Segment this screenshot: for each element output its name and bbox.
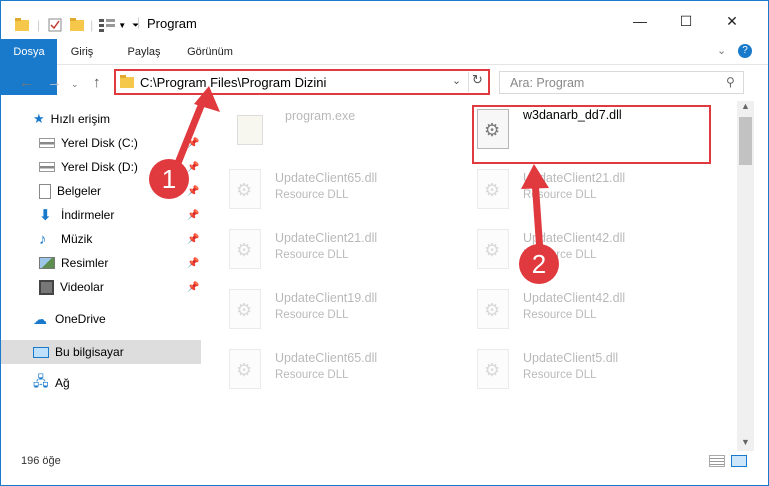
annotation-badge-2: 2 <box>519 244 559 284</box>
annotation-badge-1: 1 <box>149 159 189 199</box>
annotation-arrows <box>172 86 549 256</box>
